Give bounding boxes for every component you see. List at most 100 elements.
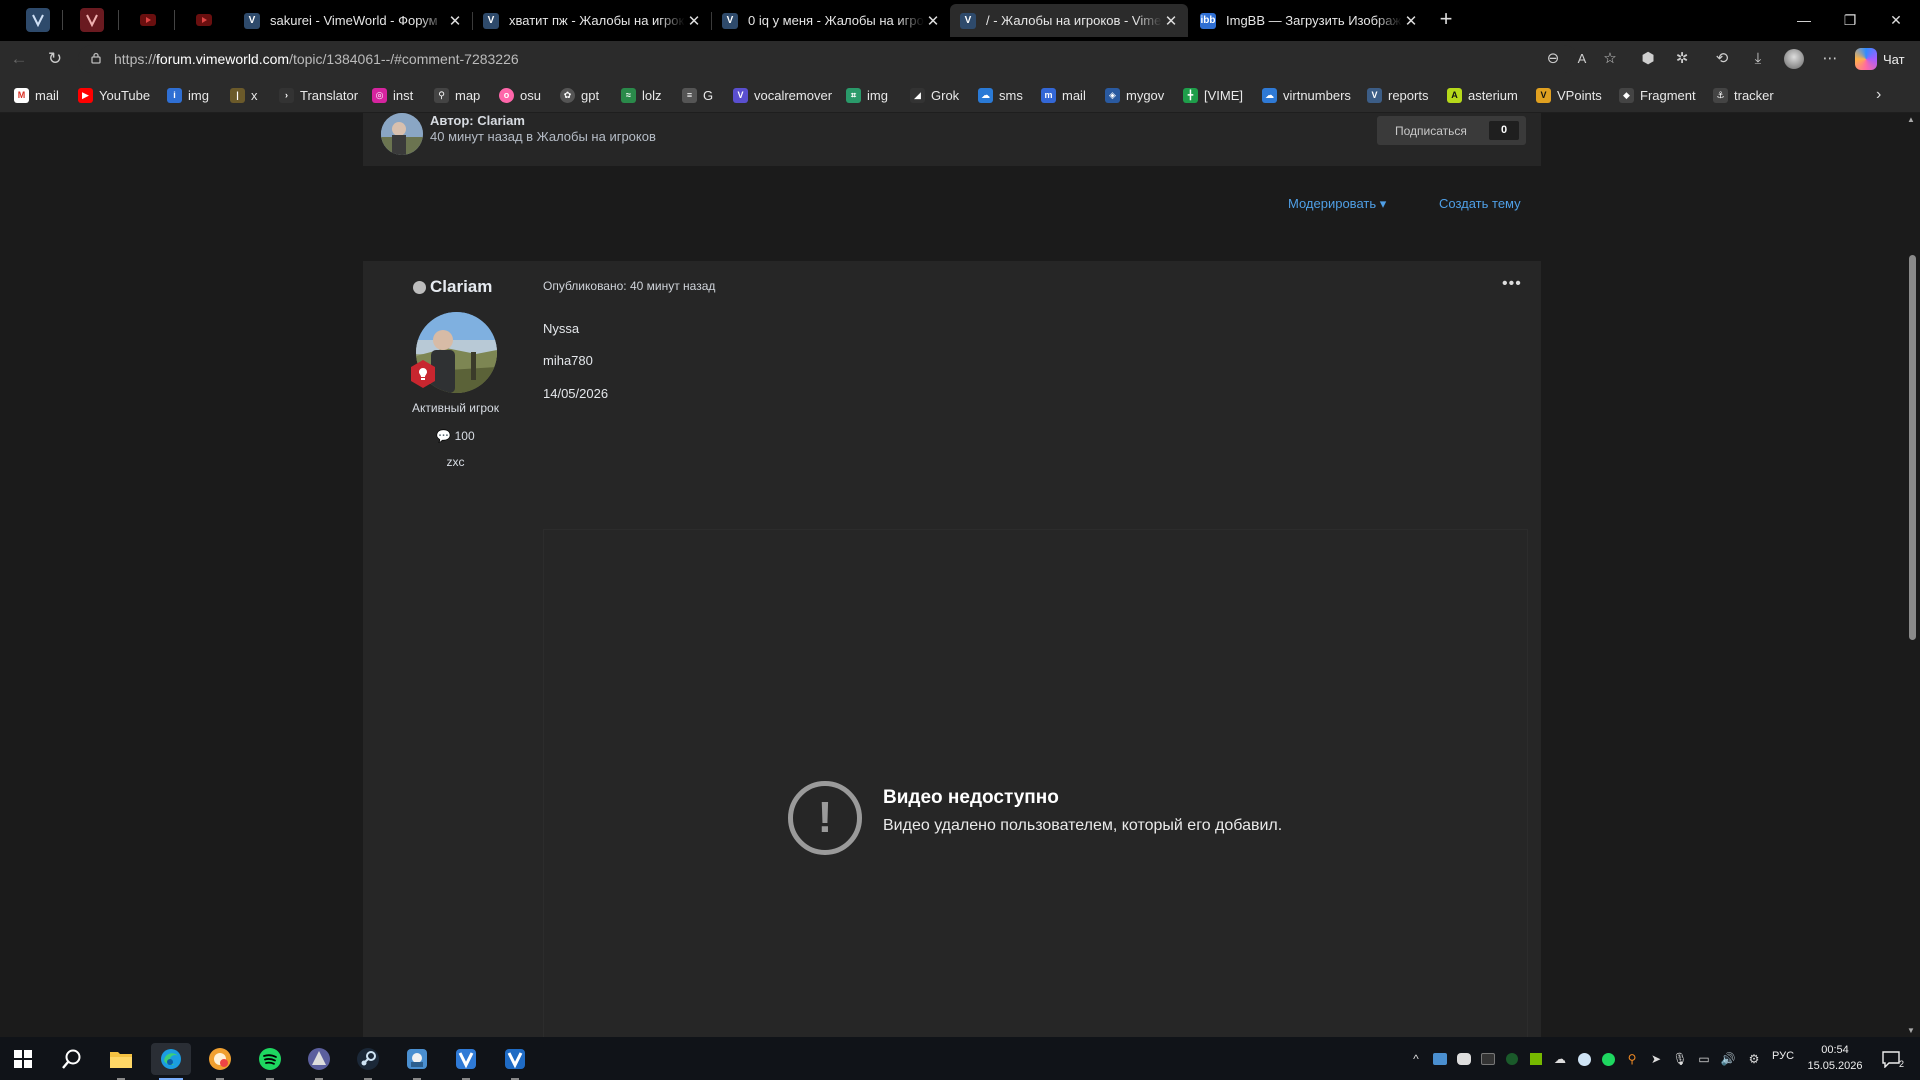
- close-tab-icon[interactable]: ✕: [1402, 12, 1420, 30]
- tray-chevron-up-icon[interactable]: ^: [1408, 1051, 1424, 1067]
- reload-icon[interactable]: ↻: [44, 48, 66, 70]
- bookmark-item[interactable]: ⌗ img: [846, 86, 888, 104]
- notification-center-icon[interactable]: 2: [1880, 1051, 1904, 1069]
- bookmark-item[interactable]: ✿ gpt: [560, 86, 599, 104]
- tray-steam-icon[interactable]: [1576, 1051, 1592, 1067]
- game-launcher-icon[interactable]: [299, 1043, 339, 1080]
- bookmark-item[interactable]: ⚓ tracker: [1713, 86, 1774, 104]
- close-tab-icon[interactable]: ✕: [446, 12, 464, 30]
- scroll-up-arrow-icon[interactable]: ▲: [1907, 115, 1915, 124]
- tray-network-icon[interactable]: ▭: [1696, 1051, 1712, 1067]
- tray-status-icon[interactable]: [1504, 1051, 1520, 1067]
- post-author[interactable]: Clariam: [413, 277, 492, 297]
- browser-tab[interactable]: ibb ImgBB — Загрузить Изображения ✕: [1190, 4, 1428, 37]
- tray-nvidia-icon[interactable]: [1480, 1051, 1496, 1067]
- moderate-dropdown[interactable]: Модерировать ▾: [1288, 196, 1386, 212]
- bookmark-item[interactable]: ╋ [VIME]: [1183, 86, 1243, 104]
- osu-app-icon[interactable]: [200, 1043, 240, 1080]
- minimize-button[interactable]: —: [1781, 0, 1827, 40]
- tray-spotify-icon[interactable]: [1600, 1051, 1616, 1067]
- browser-tab[interactable]: V 0 iq у меня - Жалобы на игроков ✕: [712, 4, 950, 37]
- steam-icon[interactable]: [348, 1043, 388, 1080]
- topic-author[interactable]: Автор: Clariam: [430, 113, 525, 128]
- pinned-tab-youtube-icon[interactable]: [136, 8, 160, 32]
- close-tab-icon[interactable]: ✕: [924, 12, 942, 30]
- extensions-puzzle-icon[interactable]: ✲: [1672, 49, 1692, 69]
- tray-cloud-icon[interactable]: ☁: [1552, 1051, 1568, 1067]
- page-scrollbar[interactable]: ▲ ▼: [1904, 113, 1920, 1037]
- taskbar-clock[interactable]: 00:54 15.05.2026: [1800, 1042, 1870, 1074]
- bookmark-item[interactable]: Vreports: [1367, 86, 1428, 104]
- bookmark-item[interactable]: V VPoints: [1536, 86, 1602, 104]
- site-info-icon[interactable]: [90, 52, 104, 67]
- browser-tab[interactable]: V хватит пж - Жалобы на игроков ✕: [473, 4, 711, 37]
- profile-avatar-icon[interactable]: [1784, 49, 1804, 69]
- bookmark-item[interactable]: ☁ virtnumbers: [1262, 86, 1351, 104]
- pinned-tab-red-shield-icon[interactable]: [80, 8, 104, 32]
- windows-start-icon[interactable]: [3, 1043, 43, 1075]
- copilot-button[interactable]: Чат: [1855, 47, 1905, 71]
- bookmark-item[interactable]: ▶ YouTube: [78, 86, 150, 104]
- bookmark-item[interactable]: ◆ Fragment: [1619, 86, 1696, 104]
- bookmark-item[interactable]: ◈ mygov: [1105, 86, 1164, 104]
- tray-microphone-icon[interactable]: 🎙: [1672, 1051, 1688, 1067]
- tray-volume-icon[interactable]: 🔊: [1720, 1051, 1736, 1067]
- close-window-button[interactable]: ✕: [1873, 0, 1919, 40]
- new-tab-button[interactable]: +: [1434, 8, 1458, 32]
- bookmark-item[interactable]: | x: [230, 86, 258, 104]
- bookmark-item[interactable]: › Translator: [279, 86, 358, 104]
- bookmark-item[interactable]: ⚲ map: [434, 86, 480, 104]
- address-bar[interactable]: https://forum.vimeworld.com/topic/138406…: [78, 45, 1578, 73]
- post-options-icon[interactable]: •••: [1502, 275, 1522, 293]
- vimeworld-icon[interactable]: [495, 1043, 535, 1080]
- bookmarks-overflow-chevron-icon[interactable]: ›: [1876, 86, 1881, 104]
- edge-browser-icon[interactable]: [151, 1043, 191, 1080]
- tray-green-icon[interactable]: [1528, 1051, 1544, 1067]
- read-aloud-icon[interactable]: A: [1572, 49, 1592, 69]
- game-client-icon[interactable]: [397, 1043, 437, 1080]
- close-tab-icon[interactable]: ✕: [685, 12, 703, 30]
- bookmark-item[interactable]: i img: [167, 86, 209, 104]
- vimeworld-launcher-icon[interactable]: [446, 1043, 486, 1080]
- bookmark-item[interactable]: m mail: [1041, 86, 1086, 104]
- browser-tab-strip: V sakurei - VimeWorld - Форум ✕ V хватит…: [0, 0, 1920, 41]
- create-topic-link[interactable]: Создать тему: [1439, 196, 1521, 211]
- tray-settings-icon[interactable]: ⚙: [1746, 1051, 1762, 1067]
- tray-app-icon[interactable]: [1432, 1051, 1448, 1067]
- bookmark-item[interactable]: Vvocalremover: [733, 86, 832, 104]
- tray-search-icon[interactable]: ⚲: [1624, 1051, 1640, 1067]
- more-menu-icon[interactable]: ⋯: [1820, 49, 1840, 69]
- tray-discord-icon[interactable]: [1456, 1051, 1472, 1067]
- extension-shield-icon[interactable]: ⬢: [1638, 49, 1658, 69]
- bookmark-item[interactable]: Mmail: [14, 86, 59, 104]
- spotify-icon[interactable]: [250, 1043, 290, 1080]
- bookmark-item[interactable]: ◢ Grok: [910, 86, 959, 104]
- search-icon[interactable]: [52, 1043, 92, 1075]
- bookmark-item[interactable]: ☁ sms: [978, 86, 1023, 104]
- scrollbar-thumb[interactable]: [1909, 255, 1916, 640]
- downloads-icon[interactable]: ⤓: [1748, 49, 1768, 69]
- back-arrow-icon[interactable]: ←: [8, 48, 30, 70]
- bookmark-item[interactable]: ≡ G: [682, 86, 713, 104]
- browser-tab-active[interactable]: V / - Жалобы на игроков - VimeWorld ✕: [950, 4, 1188, 37]
- post-published-time[interactable]: Опубликовано: 40 минут назад: [543, 279, 715, 293]
- tray-telegram-icon[interactable]: ➤: [1648, 1051, 1664, 1067]
- bookmark-item[interactable]: ≈ lolz: [621, 86, 662, 104]
- pinned-tab-youtube-icon[interactable]: [192, 8, 216, 32]
- file-explorer-icon[interactable]: [101, 1043, 141, 1080]
- author-avatar[interactable]: [381, 113, 423, 155]
- history-icon[interactable]: ⟲: [1712, 49, 1732, 69]
- bookmark-item[interactable]: o osu: [499, 86, 541, 104]
- pinned-tab-vimeworld-icon[interactable]: [26, 8, 50, 32]
- restore-button[interactable]: ❐: [1827, 0, 1873, 40]
- bookmark-item[interactable]: ◎ inst: [372, 86, 413, 104]
- browser-tab[interactable]: V sakurei - VimeWorld - Форум ✕: [234, 4, 472, 37]
- embedded-video-player[interactable]: ! Видео недоступно Видео удалено пользов…: [543, 529, 1528, 1037]
- favorite-star-icon[interactable]: ☆: [1600, 49, 1620, 69]
- scroll-down-arrow-icon[interactable]: ▼: [1907, 1026, 1915, 1035]
- close-tab-icon[interactable]: ✕: [1162, 12, 1180, 30]
- zoom-icon[interactable]: ⊖: [1543, 49, 1563, 69]
- bookmark-item[interactable]: Aasterium: [1447, 86, 1518, 104]
- subscribe-button[interactable]: Подписаться 0: [1377, 116, 1526, 145]
- input-language-indicator[interactable]: РУС: [1772, 1050, 1794, 1062]
